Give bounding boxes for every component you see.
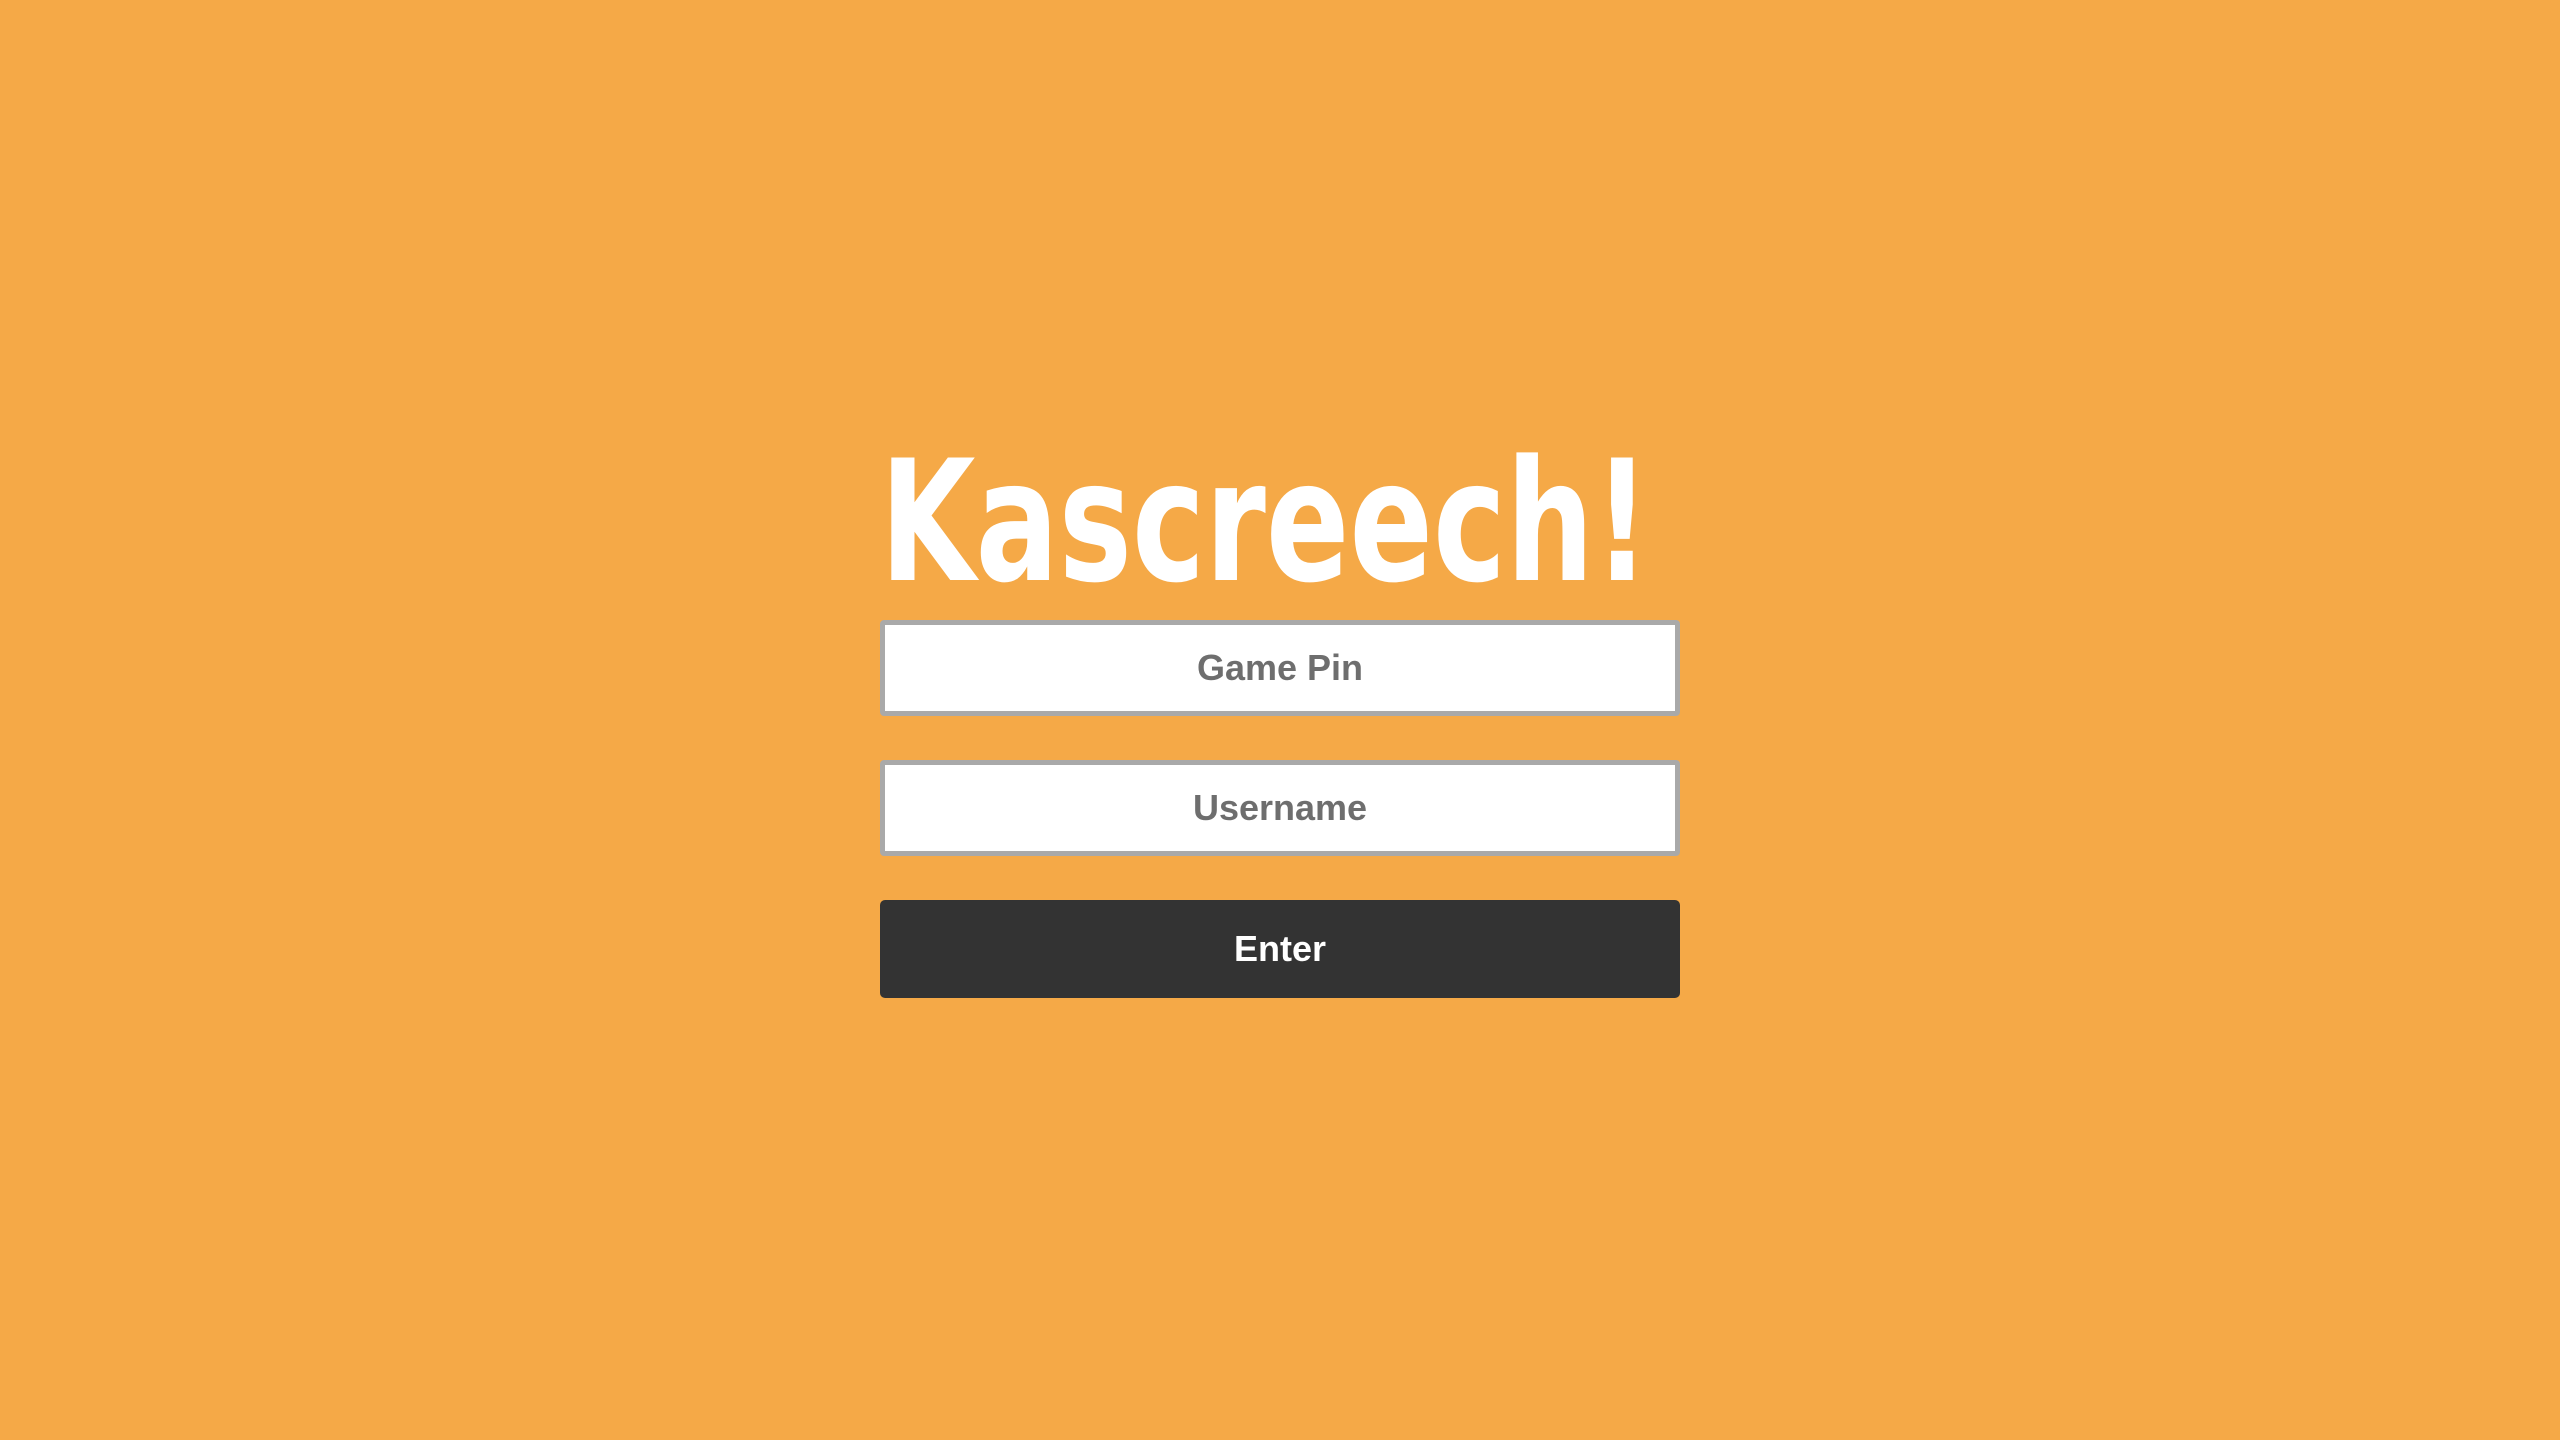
join-form: Kascreech! Enter [880, 420, 1680, 998]
logo-wordmark: Kascreech! [880, 424, 1650, 600]
game-pin-input[interactable] [880, 620, 1680, 716]
enter-button[interactable]: Enter [880, 900, 1680, 998]
username-input[interactable] [880, 760, 1680, 856]
kascreech-logo: Kascreech! [880, 420, 1680, 600]
page: Kascreech! Enter [0, 0, 2560, 1440]
logo-text: Kascreech! [880, 424, 1650, 600]
